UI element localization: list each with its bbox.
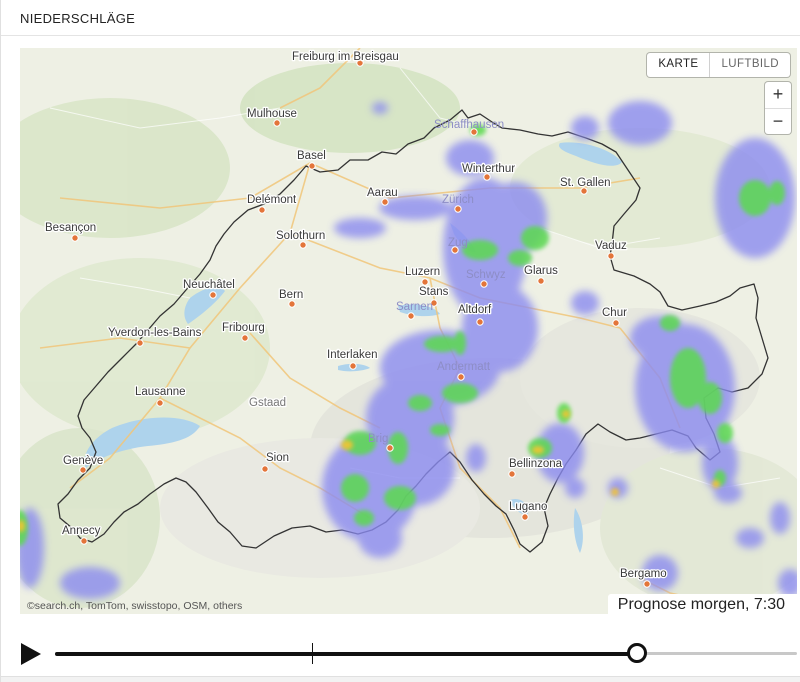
place-label-freiburg: Freiburg im Breisgau (292, 51, 399, 63)
place-label-lausanne: Lausanne (135, 386, 186, 398)
place-label-altdorf: Altdorf (458, 304, 492, 316)
panel-header: NIEDERSCHLÄGE (1, 0, 800, 36)
city-dot-lugano (521, 513, 529, 521)
place-label-delemont: Delémont (247, 194, 297, 206)
place-label-andermatt: Andermatt (437, 361, 491, 373)
timeline-progress (55, 651, 638, 656)
city-dot-interlaken (349, 362, 357, 370)
place-label-zurich: Zürich (442, 194, 474, 206)
place-label-brig: Brig (368, 433, 388, 445)
place-label-mulhouse: Mulhouse (247, 108, 297, 120)
city-dot-sarnen (407, 312, 415, 320)
city-dot-luzern (421, 278, 429, 286)
city-dot-geneve (79, 466, 87, 474)
place-label-gstaad: Gstaad (249, 397, 286, 409)
precipitation-panel: NIEDERSCHLÄGE Freiburg im Breisgau Mulho… (0, 0, 800, 682)
city-dot-yverdon (136, 339, 144, 347)
zoom-out-button[interactable]: − (765, 108, 791, 134)
map-attribution: ©search.ch, TomTom, swisstopo, OSM, othe… (27, 600, 243, 612)
city-dot-schwyz (480, 280, 488, 288)
panel-title: NIEDERSCHLÄGE (20, 11, 136, 26)
place-label-lugano: Lugano (509, 501, 547, 513)
city-dot-bern (288, 300, 296, 308)
place-label-winterthur: Winterthur (462, 163, 515, 175)
timeline-slider-thumb[interactable] (627, 643, 648, 663)
place-label-neuchatel: Neuchâtel (183, 279, 235, 291)
play-icon (21, 643, 41, 665)
city-dot-andermatt (457, 373, 465, 381)
place-label-sion: Sion (266, 452, 289, 464)
city-dot-vaduz (607, 252, 615, 260)
place-label-yverdon: Yverdon-les-Bains (108, 327, 202, 339)
place-label-stans: Stans (419, 286, 449, 298)
place-label-geneve: Genève (63, 455, 103, 467)
city-dot-bergamo (643, 580, 651, 588)
city-dot-brig (386, 444, 394, 452)
place-label-bern: Bern (279, 289, 303, 301)
city-dot-zurich (454, 205, 462, 213)
place-label-zug: Zug (448, 237, 468, 249)
city-dot-altdorf (476, 318, 484, 326)
radar-map[interactable]: Freiburg im Breisgau Mulhouse Schaffhaus… (20, 48, 797, 614)
place-label-luzern: Luzern (405, 266, 440, 278)
zoom-in-button[interactable]: + (765, 82, 791, 108)
place-label-interlaken: Interlaken (327, 349, 378, 361)
city-dot-fribourg (241, 334, 249, 342)
timeline-now-marker (311, 643, 313, 664)
city-dot-neuchatel (209, 291, 217, 299)
city-dot-delemont (258, 206, 266, 214)
place-label-stgallen: St. Gallen (560, 177, 611, 189)
city-dot-glarus (537, 277, 545, 285)
map-canvas[interactable]: Freiburg im Breisgau Mulhouse Schaffhaus… (20, 48, 797, 614)
map-type-toggle: KARTE LUFTBILD (647, 53, 790, 77)
city-dot-annecy (80, 537, 88, 545)
place-label-basel: Basel (297, 150, 326, 162)
zoom-control: + − (765, 82, 791, 134)
city-dot-sion (261, 465, 269, 473)
place-label-vaduz: Vaduz (595, 240, 627, 252)
place-label-sarnen: Sarnen (396, 301, 433, 313)
play-button[interactable] (20, 642, 42, 666)
city-dot-bellinzona (508, 470, 516, 478)
place-label-bellinzona: Bellinzona (509, 458, 563, 470)
city-dot-mulhouse (273, 119, 281, 127)
place-label-glarus: Glarus (524, 265, 558, 277)
place-label-fribourg: Fribourg (222, 322, 265, 334)
timeline-controls (1, 632, 800, 676)
forecast-time-label: Prognose morgen, 7:30 (607, 594, 797, 614)
aerial-view-button[interactable]: LUFTBILD (710, 53, 790, 77)
place-label-schwyz: Schwyz (466, 269, 506, 281)
panel-footer (1, 676, 800, 682)
place-label-besancon: Besançon (45, 222, 96, 234)
city-dot-solothurn (299, 241, 307, 249)
place-label-bergamo: Bergamo (620, 568, 667, 580)
map-view-button[interactable]: KARTE (647, 53, 711, 77)
place-label-chur: Chur (602, 307, 627, 319)
city-dot-basel (308, 162, 316, 170)
city-dot-aarau (381, 198, 389, 206)
city-dot-besancon (71, 234, 79, 242)
city-dot-lausanne (156, 399, 164, 407)
city-dot-chur (612, 319, 620, 327)
place-label-schaffhausen: Schaffhausen (434, 119, 504, 131)
place-label-annecy: Annecy (62, 525, 101, 537)
place-label-aarau: Aarau (367, 187, 398, 199)
place-label-solothurn: Solothurn (276, 230, 325, 242)
